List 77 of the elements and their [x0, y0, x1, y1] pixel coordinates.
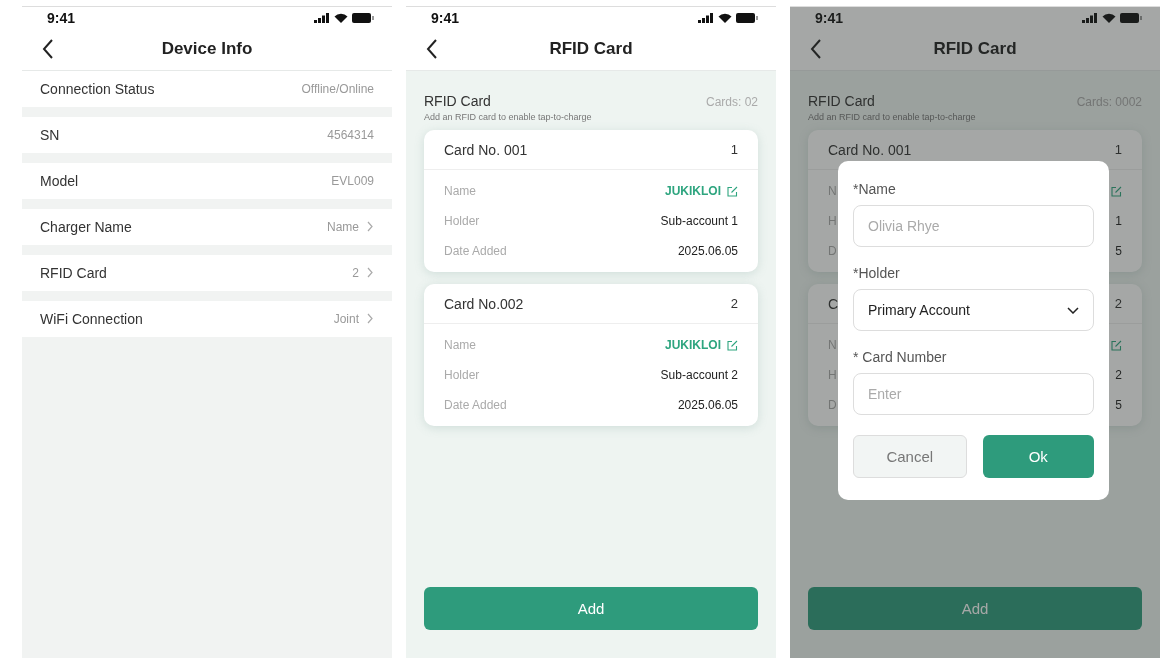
- card-title: C: [828, 295, 839, 312]
- field-value: 2: [1115, 368, 1122, 382]
- edit-icon[interactable]: [1111, 339, 1122, 351]
- screen-title: RFID Card: [549, 39, 633, 59]
- field-label: *Holder: [853, 265, 900, 281]
- card-title: Card No. 001: [828, 141, 912, 158]
- screen-title: RFID Card: [933, 39, 1017, 59]
- card-number: 1: [1114, 142, 1122, 157]
- signal-icon: [698, 12, 714, 23]
- card-number: 2: [730, 296, 738, 311]
- field-value: 2025.06.05: [677, 244, 738, 258]
- row-label: WiFi Connection: [40, 311, 143, 327]
- section-subtitle: Add an RFID card to enable tap-to-charge: [424, 112, 593, 122]
- battery-icon: [736, 12, 758, 23]
- row-label: Connection Status: [40, 81, 155, 97]
- status-time: 9:41: [815, 9, 844, 26]
- signal-icon: [314, 12, 330, 23]
- card-number: 2: [1114, 296, 1122, 311]
- field-label: Holder: [444, 368, 480, 382]
- row-label: Model: [40, 173, 79, 189]
- row-value: 4564314: [327, 128, 374, 142]
- holder-dropdown[interactable]: Primary Account: [853, 289, 1094, 331]
- row-value: Offline/Online: [301, 82, 374, 96]
- signal-icon: [1082, 12, 1098, 23]
- section-subtitle: Add an RFID card to enable tap-to-charge: [808, 112, 977, 122]
- row-label: RFID Card: [40, 265, 107, 281]
- settings-row[interactable]: Model EVL009: [22, 163, 392, 199]
- screen-title: Device Info: [161, 39, 253, 59]
- field-label: * Card Number: [853, 349, 947, 365]
- field-value: 1: [1115, 214, 1122, 228]
- row-value: Name: [327, 220, 359, 234]
- back-icon[interactable]: [42, 39, 54, 59]
- section-title: RFID Card: [808, 93, 875, 109]
- card-number: 1: [730, 142, 738, 157]
- settings-row[interactable]: RFID Card 2: [22, 255, 392, 291]
- field-value: 5: [1115, 244, 1122, 258]
- back-icon[interactable]: [810, 39, 822, 59]
- settings-row[interactable]: SN 4564314: [22, 117, 392, 153]
- field-value: 2025.06.05: [677, 398, 738, 412]
- edit-icon[interactable]: [1111, 185, 1122, 197]
- chevron-down-icon: [1067, 306, 1079, 314]
- card-count: Cards: 02: [705, 95, 758, 109]
- status-time: 9:41: [47, 9, 76, 26]
- card-title: Card No.002: [444, 295, 524, 312]
- section-title: RFID Card: [424, 93, 491, 109]
- wifi-icon: [1102, 12, 1116, 23]
- input-field[interactable]: Enter: [853, 373, 1094, 415]
- row-value: Joint: [333, 312, 359, 326]
- settings-row[interactable]: Charger Name Name: [22, 209, 392, 245]
- field-label: Name: [444, 184, 476, 198]
- field-value: 5: [1115, 398, 1122, 412]
- edit-icon[interactable]: [727, 339, 738, 351]
- field-value: Sub-account 2: [660, 368, 738, 382]
- edit-icon[interactable]: [727, 185, 738, 197]
- wifi-icon: [718, 12, 732, 23]
- field-value: Sub-account 1: [660, 214, 738, 228]
- field-label: Holder: [444, 214, 480, 228]
- field-label: Date Added: [444, 398, 507, 412]
- wifi-icon: [334, 12, 348, 23]
- field-label: Name: [444, 338, 476, 352]
- row-label: SN: [40, 127, 60, 143]
- settings-row[interactable]: Connection Status Offline/Online: [22, 71, 392, 107]
- field-value: JUKIKLOI: [665, 184, 721, 198]
- battery-icon: [1120, 12, 1142, 23]
- card-title: Card No. 001: [444, 141, 528, 158]
- row-value: 2: [352, 266, 359, 280]
- status-time: 9:41: [431, 9, 460, 26]
- field-value: JUKIKLOI: [665, 338, 721, 352]
- back-icon[interactable]: [426, 39, 438, 59]
- cancel-button[interactable]: Cancel: [853, 435, 967, 478]
- field-label: Date Added: [444, 244, 507, 258]
- settings-row[interactable]: WiFi Connection Joint: [22, 301, 392, 337]
- row-label: Charger Name: [40, 219, 132, 235]
- field-label: *Name: [853, 181, 896, 197]
- input-field[interactable]: Olivia Rhye: [853, 205, 1094, 247]
- row-value: EVL009: [331, 174, 374, 188]
- battery-icon: [352, 12, 374, 23]
